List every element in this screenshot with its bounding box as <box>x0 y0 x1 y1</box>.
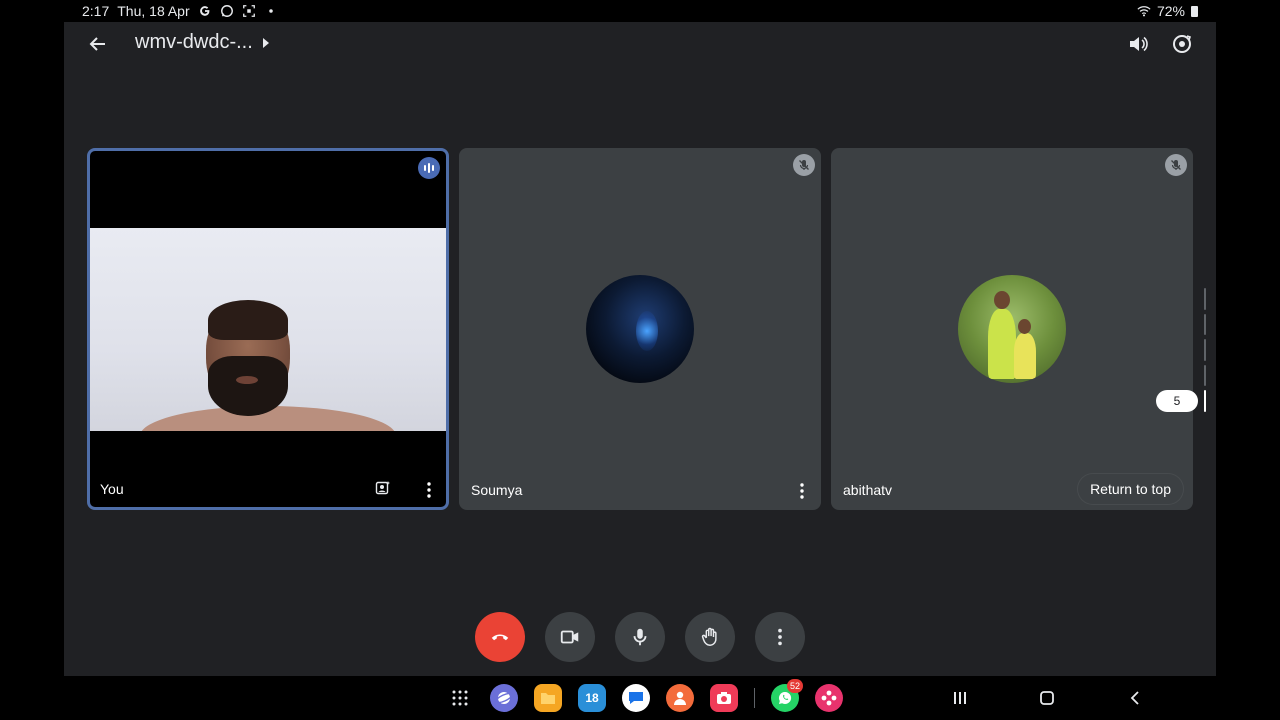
page-dot-active <box>1204 390 1206 412</box>
page-dot <box>1204 288 1206 310</box>
raise-hand-icon <box>701 627 717 646</box>
recent-apps-icon[interactable] <box>948 686 972 710</box>
page-dot <box>1204 364 1206 387</box>
dock-separator <box>754 688 755 708</box>
battery-percent: 72% <box>1156 3 1185 19</box>
home-icon[interactable] <box>1035 686 1059 710</box>
status-date: Thu, 18 Apr <box>117 3 190 19</box>
microphone-icon <box>633 628 647 646</box>
mic-off-icon <box>1165 154 1187 176</box>
calendar-day: 18 <box>585 691 599 705</box>
battery-icon <box>1191 5 1198 17</box>
microphone-button[interactable] <box>615 612 665 662</box>
notification-badge: 52 <box>786 679 803 693</box>
photo-face <box>1018 319 1031 334</box>
mic-off-icon <box>793 154 815 176</box>
meet-screen: 2:17 Thu, 18 Apr 72% wmv-dwdc-... You So… <box>64 0 1216 720</box>
end-call-icon <box>491 634 509 641</box>
calendar-icon[interactable]: 18 <box>578 684 606 712</box>
dot-icon <box>264 4 278 18</box>
participant-name: You <box>100 481 124 497</box>
photo-face <box>994 291 1010 309</box>
camera-button[interactable] <box>545 612 595 662</box>
camera-app-icon[interactable] <box>710 684 738 712</box>
status-bar: 2:17 Thu, 18 Apr 72% <box>64 0 1216 22</box>
self-video-feed <box>90 228 446 431</box>
participant-tile-soumya[interactable]: Soumya <box>459 148 821 510</box>
screenshot-icon <box>242 4 256 18</box>
page-dot <box>1204 339 1206 361</box>
camera-icon <box>560 630 579 644</box>
caret-right-icon <box>262 37 269 48</box>
meeting-title-button[interactable]: wmv-dwdc-... <box>135 31 269 54</box>
google-icon <box>198 4 212 18</box>
whatsapp-icon[interactable]: 52 <box>771 679 803 712</box>
meeting-title: wmv-dwdc-... <box>135 31 253 53</box>
navigation-bar: 18 52 <box>64 676 1216 720</box>
wifi-icon <box>1137 4 1151 18</box>
page-number-bubble: 5 <box>1156 390 1198 412</box>
more-options-button[interactable] <box>755 612 805 662</box>
raise-hand-button[interactable] <box>685 612 735 662</box>
back-nav-icon[interactable] <box>1123 686 1147 710</box>
speaking-indicator-icon <box>418 157 440 179</box>
internet-browser-icon[interactable] <box>490 684 518 712</box>
person-hair <box>208 300 288 340</box>
visual-effects-icon[interactable] <box>372 477 394 499</box>
avatar <box>958 275 1066 383</box>
return-to-top-button[interactable]: Return to top <box>1078 474 1183 504</box>
more-options-icon[interactable] <box>793 482 811 500</box>
messages-icon[interactable] <box>622 684 650 712</box>
participant-name: abithatv <box>843 482 893 498</box>
status-time: 2:17 <box>82 3 110 19</box>
meeting-header: wmv-dwdc-... <box>64 22 1216 66</box>
person-beard <box>208 356 288 416</box>
back-arrow-icon[interactable] <box>84 30 112 58</box>
gallery-icon[interactable] <box>815 684 843 712</box>
participant-name: Soumya <box>471 482 523 498</box>
page-indicator[interactable] <box>1204 288 1207 412</box>
avatar <box>586 275 694 383</box>
app-dock: 18 52 <box>446 679 843 712</box>
more-options-icon <box>778 628 782 646</box>
person-mouth <box>236 376 258 384</box>
end-call-button[interactable] <box>475 612 525 662</box>
switch-camera-icon[interactable] <box>1168 30 1196 58</box>
participant-tile-you[interactable]: You <box>87 148 449 510</box>
my-files-icon[interactable] <box>534 684 562 712</box>
photo-figure <box>1014 333 1036 379</box>
participant-tile-abithatv[interactable]: abithatv Return to top <box>831 148 1193 510</box>
speaker-icon[interactable] <box>1124 30 1152 58</box>
more-options-icon[interactable] <box>420 481 438 499</box>
page-dot <box>1204 313 1206 336</box>
app-drawer-icon[interactable] <box>446 684 474 712</box>
contacts-icon[interactable] <box>666 684 694 712</box>
avatar-glow <box>636 311 658 351</box>
call-controls <box>475 612 805 662</box>
photo-figure <box>988 309 1016 379</box>
whatsapp-icon <box>220 4 234 18</box>
